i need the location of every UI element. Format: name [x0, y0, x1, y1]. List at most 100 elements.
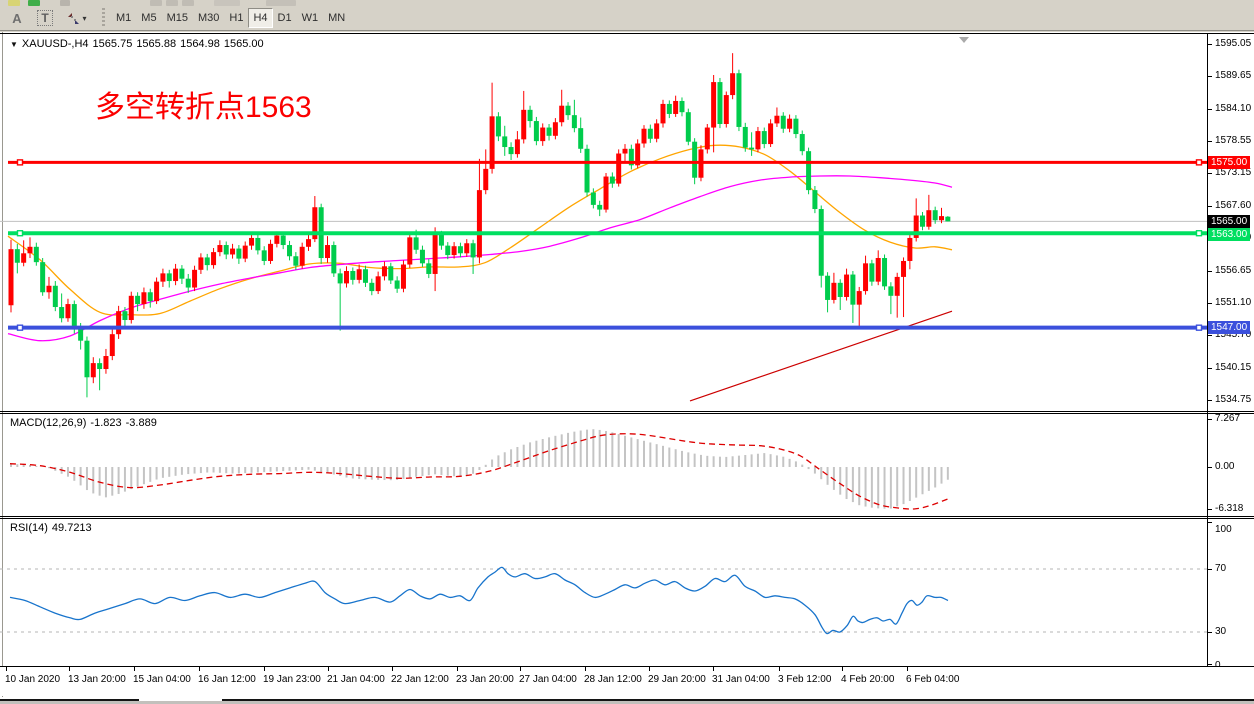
time-tick-label: 10 Jan 2020 [5, 674, 60, 685]
axis-tick [1208, 664, 1212, 665]
panel-separator[interactable] [0, 666, 1254, 667]
time-tick-label: 16 Jan 12:00 [198, 674, 256, 685]
time-tick-label: 28 Jan 12:00 [584, 674, 642, 685]
axis-tick [1208, 44, 1212, 45]
macd-name: MACD(12,26,9) [10, 417, 86, 429]
chart-text-annotation[interactable]: 多空转折点1563 [95, 82, 312, 126]
time-tick-label: 19 Jan 23:00 [263, 674, 321, 685]
tab-timeframe-m5[interactable]: M5 [136, 8, 161, 28]
collapse-triangle-icon: ▼ [10, 40, 18, 49]
tab-timeframe-d1[interactable]: D1 [273, 8, 297, 28]
time-tick-label: 29 Jan 20:00 [648, 674, 706, 685]
price-tick-label: 1551.10 [1215, 297, 1251, 308]
macd-panel[interactable] [0, 414, 1207, 516]
price-tick-label: 1595.05 [1215, 38, 1251, 49]
price-axis[interactable]: 1595.05 1589.65 1584.10 1578.55 1573.15 1567.… [1208, 32, 1254, 704]
macd-label: MACD(12,26,9) -1.823 -3.889 [10, 417, 161, 429]
price-line-tag: 1565.00 [1208, 215, 1250, 228]
tab-timeframe-mn[interactable]: MN [323, 8, 350, 28]
time-tick-label: 15 Jan 04:00 [133, 674, 191, 685]
time-tick-label: 6 Feb 04:00 [906, 674, 959, 685]
price-line-tag: 1563.00 [1208, 228, 1250, 241]
axis-tick [1208, 632, 1212, 633]
tab-timeframe-m15[interactable]: M15 [162, 8, 193, 28]
axis-tick [1208, 335, 1212, 336]
price-tick-label: 1534.75 [1215, 394, 1251, 405]
panel-separator[interactable] [0, 518, 1254, 519]
macd-main-value: -1.823 [90, 417, 121, 429]
axis-border [1207, 33, 1208, 667]
double-arrow-icon [67, 12, 80, 25]
axis-tick [1208, 303, 1212, 304]
tab-timeframe-m1[interactable]: M1 [111, 8, 136, 28]
rsi-label: RSI(14) 49.7213 [10, 522, 96, 534]
axis-tick [1208, 419, 1212, 420]
quote-low: 1564.98 [180, 38, 220, 50]
time-tick-label: 13 Jan 20:00 [68, 674, 126, 685]
axis-tick [1208, 569, 1212, 570]
time-tick-label: 3 Feb 12:00 [778, 674, 831, 685]
price-tick-label: 1578.55 [1215, 135, 1251, 146]
axis-tick [1208, 141, 1212, 142]
quote-open: 1565.75 [93, 38, 133, 50]
axis-tick [1208, 522, 1212, 523]
symbol-label: XAUUSD-,H4 [22, 38, 89, 50]
price-tick-label: -6.318 [1215, 503, 1243, 514]
axis-tick [1208, 368, 1212, 369]
panel-separator[interactable] [0, 411, 1254, 412]
axis-tick [1208, 173, 1212, 174]
price-tick-label: 1584.10 [1215, 103, 1251, 114]
arrange-arrows-button[interactable]: ▾ [62, 8, 92, 28]
price-tick-label: 1556.65 [1215, 265, 1251, 276]
rsi-panel[interactable] [0, 519, 1207, 666]
time-tick-label: 4 Feb 20:00 [841, 674, 894, 685]
timeframe-group: M1M5M15M30H1H4D1W1MN [111, 8, 350, 28]
price-tick-label: 7.267 [1215, 413, 1240, 424]
axis-tick [1208, 509, 1212, 510]
bottom-strip [0, 697, 1254, 704]
axis-tick [1208, 271, 1212, 272]
rsi-value: 49.7213 [52, 522, 92, 534]
tab-timeframe-w1[interactable]: W1 [297, 8, 324, 28]
price-line-tag: 1547.00 [1208, 321, 1250, 334]
macd-signal-value: -3.889 [126, 417, 157, 429]
price-tick-label: 1540.15 [1215, 362, 1251, 373]
text-label-tool-button[interactable]: A [6, 8, 28, 28]
rsi-tick-label: 30 [1215, 626, 1226, 637]
quote-high: 1565.88 [136, 38, 176, 50]
toolbar-grip[interactable] [100, 8, 107, 28]
axis-tick [1208, 76, 1212, 77]
axis-tick [1208, 400, 1212, 401]
price-line-tag: 1575.00 [1208, 156, 1250, 169]
axis-tick [1208, 109, 1212, 110]
tab-timeframe-m30[interactable]: M30 [193, 8, 224, 28]
tab-timeframe-h4[interactable]: H4 [248, 8, 272, 28]
rsi-name: RSI(14) [10, 522, 48, 534]
price-tick-label: 1573.15 [1215, 167, 1251, 178]
time-tick-label: 31 Jan 04:00 [712, 674, 770, 685]
chart-window: ▼XAUUSD-,H41565.751565.881564.981565.00 … [0, 32, 1254, 704]
price-tick-label: 1567.60 [1215, 200, 1251, 211]
quote-close: 1565.00 [224, 38, 264, 50]
quote-line: ▼ XAUUSD-,H4 1565.751565.88 1564.98 1565.00 [10, 38, 268, 50]
panel-separator[interactable] [0, 33, 1254, 34]
toolbar-clipped-icons [0, 0, 1254, 7]
time-tick-label: 23 Jan 20:00 [456, 674, 514, 685]
time-tick-label: 22 Jan 12:00 [391, 674, 449, 685]
rsi-tick-label: 100 [1215, 524, 1232, 535]
rsi-tick-label: 70 [1215, 563, 1226, 574]
time-tick-label: 21 Jan 04:00 [327, 674, 385, 685]
tab-timeframe-h1[interactable]: H1 [224, 8, 248, 28]
axis-tick [1208, 206, 1212, 207]
panel-separator[interactable] [0, 516, 1254, 517]
panel-separator[interactable] [0, 413, 1254, 414]
price-tick-label: 0.00 [1215, 461, 1234, 472]
axis-tick [1208, 467, 1212, 468]
price-tick-label: 1589.65 [1215, 70, 1251, 81]
time-axis[interactable]: 10 Jan 2020 13 Jan 20:00 15 Jan 04:00 16 Ja… [0, 666, 1254, 696]
text-tool-glyph: T [37, 10, 52, 26]
chevron-down-icon: ▾ [82, 14, 86, 23]
toolbar: A T ▾ M1M5M15M30H1H4D1W1MN [0, 0, 1254, 31]
text-tool-button[interactable]: T [34, 8, 56, 28]
time-tick-label: 27 Jan 04:00 [519, 674, 577, 685]
